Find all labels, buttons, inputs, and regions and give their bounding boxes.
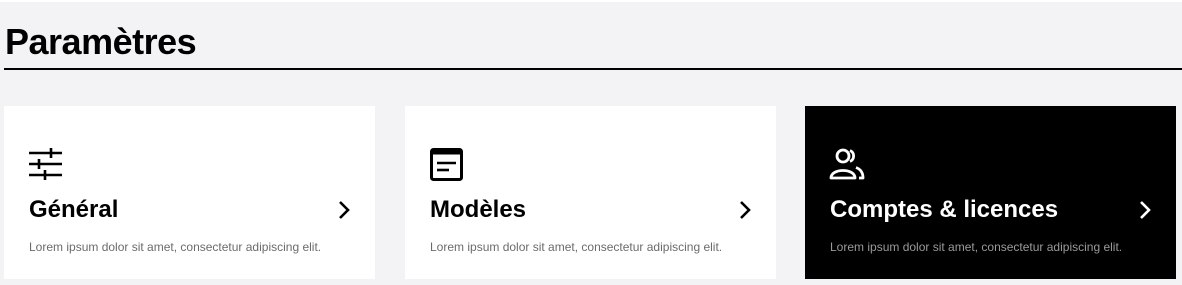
template-icon — [429, 146, 465, 182]
top-edge — [0, 0, 1182, 2]
users-icon — [829, 146, 865, 182]
card-title: Modèles — [430, 196, 527, 223]
settings-cards: Général Lorem ipsum dolor sit amet, cons… — [0, 106, 1182, 279]
card-title: Comptes & licences — [830, 196, 1059, 223]
page-title: Paramètres — [5, 21, 197, 62]
card-general[interactable]: Général Lorem ipsum dolor sit amet, cons… — [4, 106, 375, 279]
chevron-right-icon — [1134, 199, 1156, 221]
card-modeles[interactable]: Modèles Lorem ipsum dolor sit amet, cons… — [405, 106, 776, 279]
card-description: Lorem ipsum dolor sit amet, consectetur … — [430, 240, 723, 254]
card-description: Lorem ipsum dolor sit amet, consectetur … — [29, 240, 322, 254]
page-header: Paramètres — [4, 14, 1182, 70]
card-comptes-licences[interactable]: Comptes & licences Lorem ipsum dolor sit… — [805, 106, 1176, 279]
chevron-right-icon — [333, 199, 355, 221]
chevron-right-icon — [734, 199, 756, 221]
sliders-icon — [28, 146, 64, 182]
card-description: Lorem ipsum dolor sit amet, consectetur … — [830, 240, 1123, 254]
card-title: Général — [29, 196, 119, 223]
